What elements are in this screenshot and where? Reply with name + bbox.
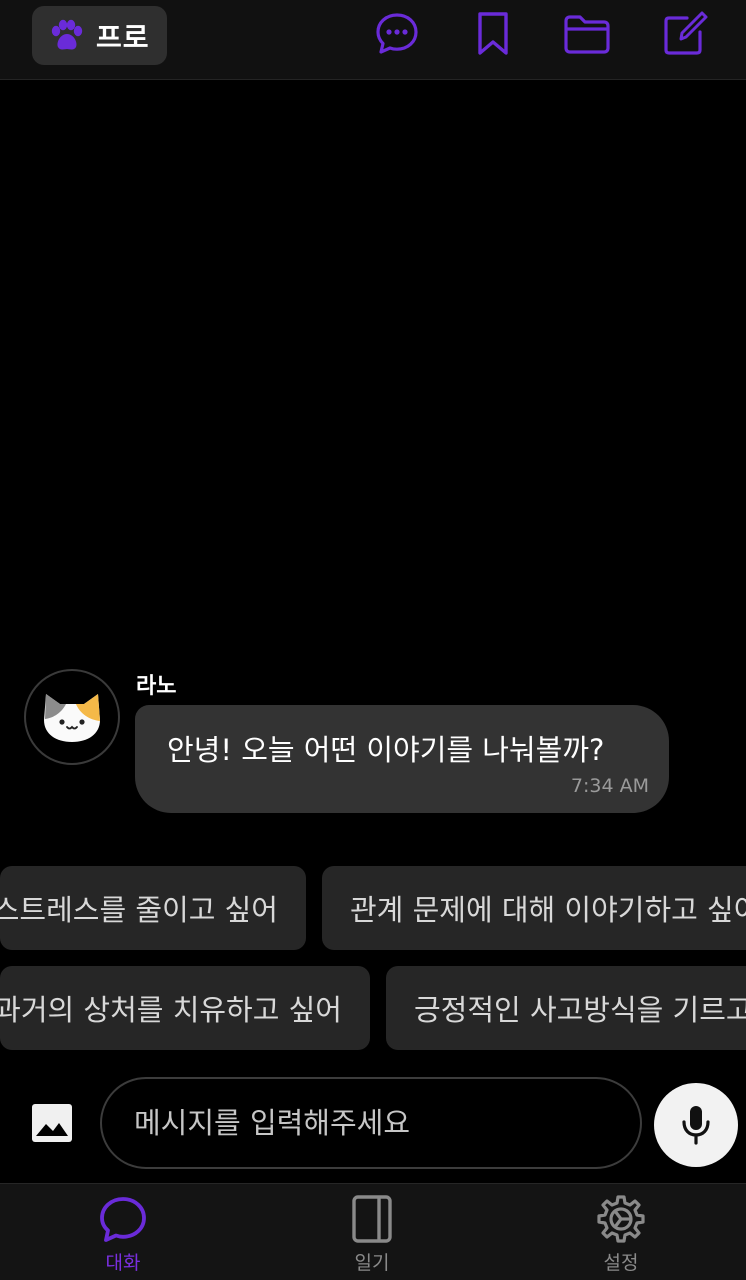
suggestion-chip[interactable]: 스트레스를 줄이고 싶어 — [0, 866, 306, 950]
message-time: 7:34 AM — [570, 775, 649, 797]
diary-icon — [352, 1195, 392, 1243]
image-icon[interactable] — [30, 1102, 74, 1144]
suggestion-label: 스트레스를 줄이고 싶어 — [0, 893, 278, 927]
message-input[interactable] — [100, 1077, 642, 1169]
paw-icon — [51, 19, 83, 49]
suggestion-label: 관계 문제에 대해 이야기하고 싶어 — [350, 893, 746, 927]
bookmark-icon[interactable] — [468, 8, 518, 60]
nav-label: 설정 — [603, 1252, 639, 1274]
top-header: 프로 — [0, 0, 746, 80]
bottom-navigation: 대화 일기 설정 — [0, 1183, 746, 1280]
nav-item-diary[interactable]: 일기 — [312, 1194, 432, 1275]
suggestion-chip[interactable]: 관계 문제에 대해 이야기하고 싶어 — [322, 866, 746, 950]
badge-label: 프로 — [96, 20, 150, 54]
suggestion-label: 긍정적인 사고방식을 기르고 — [414, 993, 746, 1027]
suggestion-chip[interactable]: 과거의 상처를 치유하고 싶어 — [0, 966, 370, 1050]
nav-item-settings[interactable]: 설정 — [561, 1194, 681, 1275]
edit-icon[interactable] — [660, 8, 710, 60]
chat-bubble-icon[interactable] — [372, 8, 422, 60]
nav-item-chat[interactable]: 대화 — [63, 1194, 183, 1275]
suggestion-chip[interactable]: 긍정적인 사고방식을 기르고 — [386, 966, 746, 1050]
pro-badge-button[interactable]: 프로 — [32, 6, 167, 65]
message-text: 안녕! 오늘 어떤 이야기를 나눠볼까? — [167, 733, 605, 767]
suggestion-label: 과거의 상처를 치유하고 싶어 — [0, 993, 342, 1027]
chat-icon — [100, 1197, 146, 1242]
message-bubble: 안녕! 오늘 어떤 이야기를 나눠볼까? 7:34 AM — [135, 705, 669, 813]
cat-avatar-icon[interactable] — [24, 669, 120, 765]
settings-gear-icon — [597, 1195, 645, 1243]
microphone-button[interactable] — [654, 1083, 738, 1167]
folder-icon[interactable] — [562, 8, 612, 60]
sender-name: 라노 — [136, 674, 177, 699]
nav-label: 일기 — [354, 1252, 390, 1274]
microphone-icon — [682, 1106, 710, 1145]
nav-label: 대화 — [105, 1252, 141, 1274]
